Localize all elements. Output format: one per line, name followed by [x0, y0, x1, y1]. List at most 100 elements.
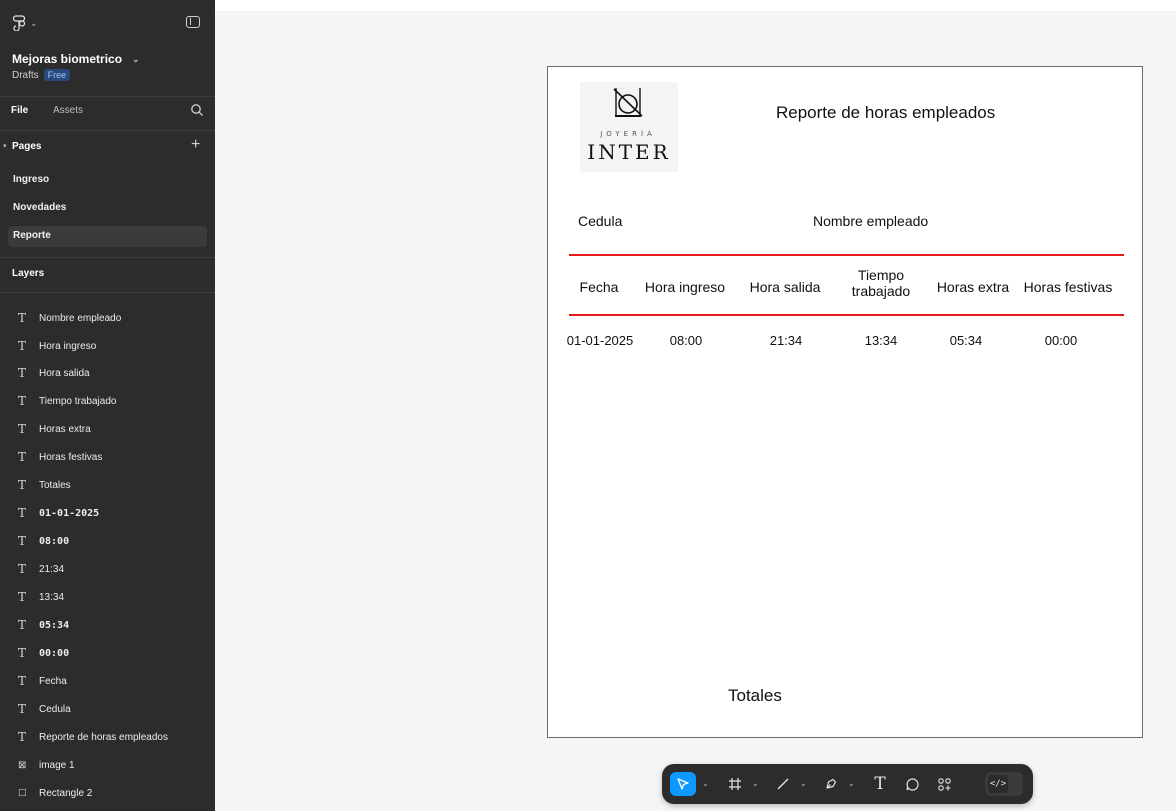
figma-logo-icon — [12, 15, 26, 31]
text-icon: T — [18, 618, 27, 632]
column-header-horas-festivas[interactable]: Horas festivas — [1018, 279, 1118, 295]
cell-tiempo-trabajado[interactable]: 13:34 — [843, 333, 919, 348]
column-header-tiempo-trabajado[interactable]: Tiempo trabajado — [844, 267, 918, 299]
layer-item[interactable]: T 08:00 — [0, 528, 215, 554]
totales-label[interactable]: Totales — [728, 686, 782, 706]
page-item-ingreso[interactable]: Ingreso — [8, 170, 207, 191]
layer-item[interactable]: □ Rectangle 2 — [0, 780, 215, 806]
layer-label: Rectangle 2 — [39, 787, 93, 799]
pen-icon — [826, 778, 837, 789]
pages-header: ▾ Pages + — [0, 136, 215, 160]
tab-file[interactable]: File — [11, 105, 28, 116]
file-location: Drafts Free — [12, 69, 71, 81]
code-icon: </> — [988, 775, 1008, 793]
layer-label: Reporte de horas empleados — [39, 731, 168, 743]
layer-item[interactable]: T 13:34 — [0, 584, 215, 610]
chevron-down-icon[interactable]: ⌄ — [848, 779, 855, 788]
logo-big-text: INTER — [587, 140, 671, 164]
text-icon: T — [18, 339, 27, 353]
text-icon: T — [18, 590, 27, 604]
page-item-novedades[interactable]: Novedades — [8, 198, 207, 219]
move-tool-button[interactable] — [670, 772, 696, 796]
report-frame[interactable]: JOYERÍA INTER Reporte de horas empleados… — [547, 66, 1143, 738]
layers-label: Layers — [12, 268, 45, 279]
file-name-menu[interactable]: Mejoras biometrico ⌄ — [12, 52, 140, 66]
layer-label: 21:34 — [39, 563, 65, 575]
tab-assets[interactable]: Assets — [53, 105, 83, 116]
chevron-down-icon[interactable]: ⌄ — [702, 779, 709, 788]
chevron-down-icon[interactable]: ⌄ — [752, 779, 759, 788]
line-icon — [777, 778, 789, 790]
frame-tool-button[interactable] — [724, 772, 746, 796]
cell-horas-extra[interactable]: 05:34 — [928, 333, 1004, 348]
drafts-link[interactable]: Drafts — [12, 70, 39, 81]
text-icon: T — [18, 394, 27, 408]
layer-label: Nombre empleado — [39, 312, 122, 324]
comment-tool-button[interactable] — [900, 772, 924, 796]
dev-mode-toggle[interactable]: </> — [985, 772, 1023, 796]
header-bottom-rule — [569, 314, 1124, 316]
layer-item[interactable]: T Reporte de horas empleados — [0, 724, 215, 750]
cell-hora-ingreso[interactable]: 08:00 — [648, 333, 724, 348]
cell-hora-salida[interactable]: 21:34 — [748, 333, 824, 348]
cell-fecha[interactable]: 01-01-2025 — [552, 333, 648, 348]
divider — [0, 292, 215, 293]
column-header-hora-salida[interactable]: Hora salida — [741, 279, 829, 295]
layer-label: 01-01-2025 — [39, 507, 100, 519]
column-header-hora-ingreso[interactable]: Hora ingreso — [639, 279, 731, 295]
text-icon: T — [18, 311, 27, 325]
cedula-label[interactable]: Cedula — [578, 213, 622, 229]
page-item-reporte[interactable]: Reporte — [8, 226, 207, 247]
sidebar-header: ⌄ Mejoras biometrico ⌄ Drafts Free — [0, 0, 215, 95]
layer-item[interactable]: T Hora salida — [0, 360, 215, 386]
sidebar-tabs: File Assets — [0, 100, 215, 128]
layer-label: Hora salida — [39, 367, 90, 379]
layer-item[interactable]: T Fecha — [0, 668, 215, 694]
layer-item[interactable]: T 05:34 — [0, 612, 215, 638]
text-icon: T — [18, 478, 27, 492]
actions-tool-button[interactable] — [932, 772, 956, 796]
search-icon[interactable] — [190, 103, 204, 117]
text-icon: T — [18, 366, 27, 380]
nombre-empleado-label[interactable]: Nombre empleado — [813, 213, 928, 229]
company-logo-image[interactable]: JOYERÍA INTER — [580, 82, 678, 172]
logo-small-text: JOYERÍA — [600, 130, 656, 138]
layer-label: 08:00 — [39, 535, 70, 547]
pen-tool-button[interactable] — [820, 772, 842, 796]
layer-item[interactable]: T Hora ingreso — [0, 333, 215, 359]
layer-label: Totales — [39, 479, 71, 491]
text-icon: T — [18, 730, 27, 744]
main-menu-button[interactable]: ⌄ — [12, 14, 46, 32]
text-tool-button[interactable]: T — [868, 772, 892, 796]
layer-item[interactable]: T Cedula — [0, 696, 215, 722]
layer-item[interactable]: T 21:34 — [0, 556, 215, 582]
layer-label: Hora ingreso — [39, 340, 97, 352]
layer-label: 13:34 — [39, 591, 65, 603]
text-icon: T — [18, 534, 27, 548]
text-icon: T — [18, 450, 27, 464]
caret-down-icon[interactable]: ▾ — [3, 142, 7, 150]
layer-label: 00:00 — [39, 647, 70, 659]
layer-item[interactable]: T 01-01-2025 — [0, 500, 215, 526]
chevron-down-icon: ⌄ — [30, 17, 38, 28]
toggle-sidebar-icon[interactable] — [186, 16, 200, 28]
line-tool-button[interactable] — [772, 772, 794, 796]
layer-item[interactable]: T Horas festivas — [0, 444, 215, 470]
chevron-down-icon[interactable]: ⌄ — [800, 779, 807, 788]
frame-icon — [729, 778, 741, 790]
column-header-fecha[interactable]: Fecha — [569, 279, 629, 295]
layer-item[interactable]: T 00:00 — [0, 640, 215, 666]
column-header-horas-extra[interactable]: Horas extra — [928, 279, 1018, 295]
report-title[interactable]: Reporte de horas empleados — [776, 103, 995, 123]
add-page-icon[interactable]: + — [191, 136, 200, 154]
layer-item[interactable]: T Totales — [0, 472, 215, 498]
layer-item[interactable]: T Horas extra — [0, 416, 215, 442]
image-icon: ⊠ — [18, 759, 27, 771]
layer-item[interactable]: ⊠ image 1 — [0, 752, 215, 778]
layer-item[interactable]: T Tiempo trabajado — [0, 388, 215, 414]
layer-item[interactable]: T Nombre empleado — [0, 305, 215, 331]
text-icon: T — [18, 562, 27, 576]
layer-label: Cedula — [39, 703, 71, 715]
cell-horas-festivas[interactable]: 00:00 — [1023, 333, 1099, 348]
divider — [0, 130, 215, 131]
